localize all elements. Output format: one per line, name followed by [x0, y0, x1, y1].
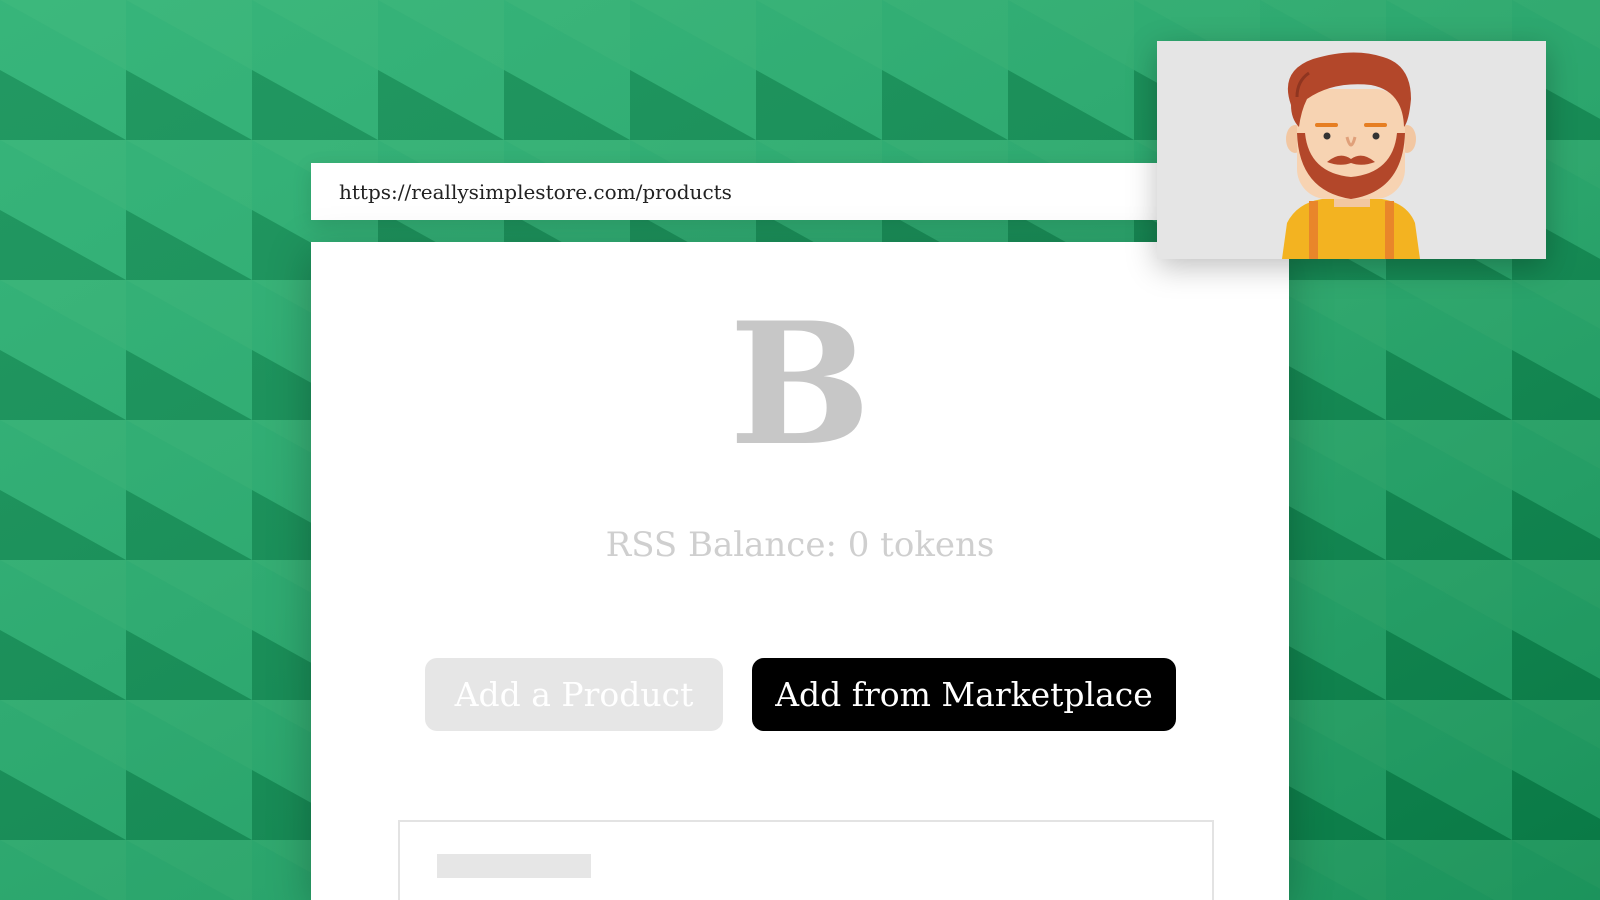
url-text: https://reallysimplestore.com/products — [339, 179, 732, 204]
user-avatar-icon — [1282, 52, 1420, 259]
user-avatar-card — [1157, 41, 1546, 259]
address-bar[interactable]: https://reallysimplestore.com/products — [311, 163, 1206, 220]
add-from-marketplace-button[interactable]: Add from Marketplace — [752, 658, 1176, 731]
list-item-placeholder — [437, 854, 591, 878]
store-logo: B — [729, 285, 871, 483]
token-balance: RSS Balance: 0 tokens — [605, 525, 995, 565]
store-panel: B RSS Balance: 0 tokens Add a Product Ad… — [311, 242, 1289, 900]
add-product-button[interactable]: Add a Product — [425, 658, 723, 731]
product-list-card — [398, 820, 1214, 900]
